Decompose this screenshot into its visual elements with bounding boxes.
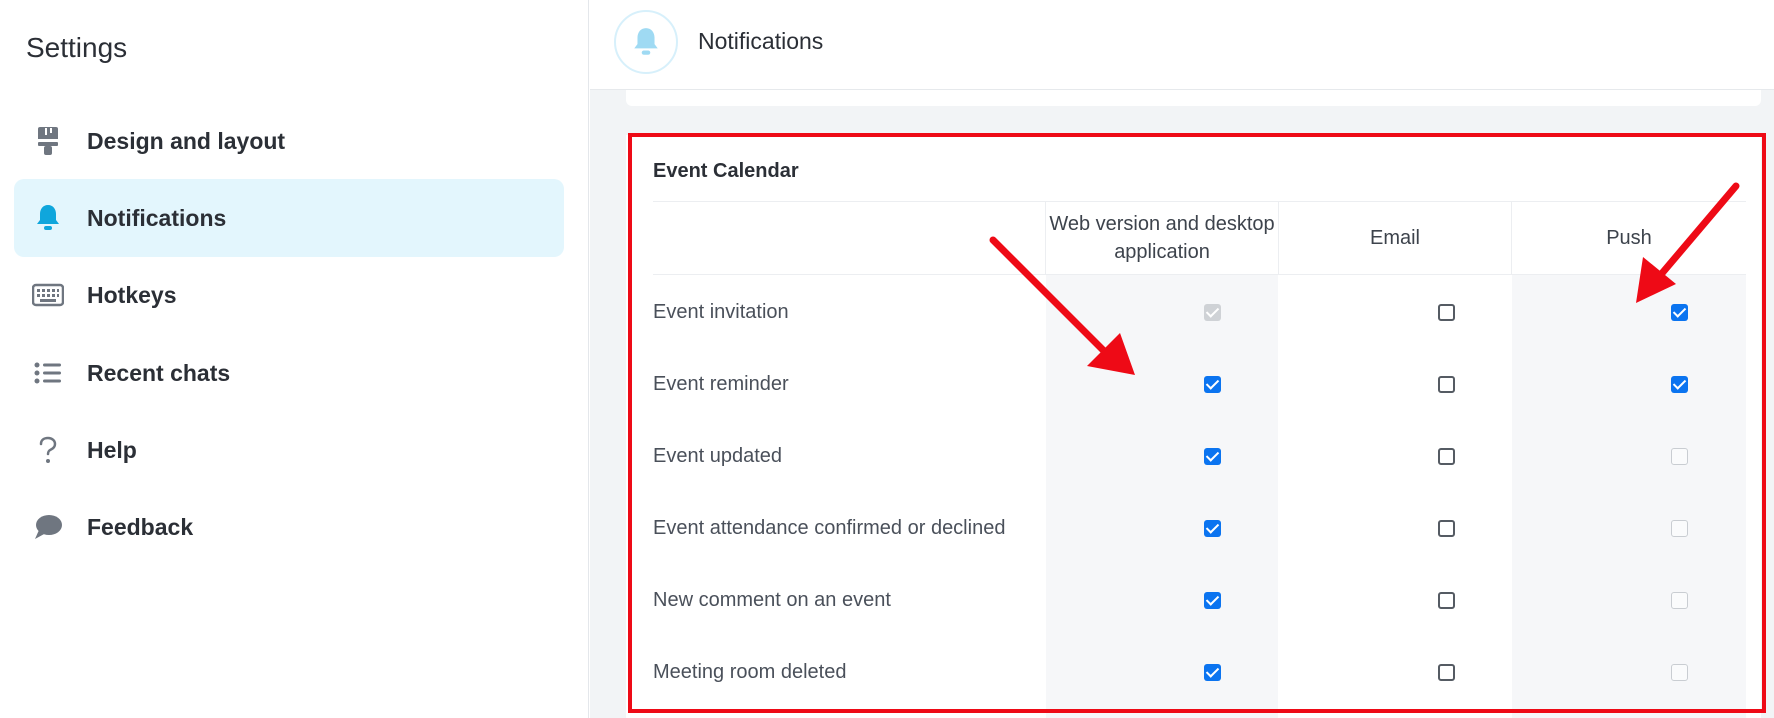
sidebar-item-label: Design and layout bbox=[87, 127, 286, 154]
row-label: Event reminder bbox=[653, 372, 789, 395]
page-header: Notifications bbox=[590, 0, 1774, 90]
keyboard-icon bbox=[28, 275, 68, 315]
section-title: Event Calendar bbox=[653, 160, 799, 182]
sidebar-item-recent-chats[interactable]: Recent chats bbox=[14, 334, 564, 412]
table-row: Event attendance confirmed or declined bbox=[653, 492, 1746, 564]
web-checkbox[interactable] bbox=[1204, 520, 1221, 537]
column-header-web: Web version and desktop application bbox=[1045, 202, 1278, 274]
email-checkbox[interactable] bbox=[1438, 592, 1455, 609]
push-checkbox[interactable] bbox=[1671, 376, 1688, 393]
sidebar-item-notifications[interactable]: Notifications bbox=[14, 179, 564, 257]
email-checkbox[interactable] bbox=[1438, 664, 1455, 681]
row-label: Meeting room deleted bbox=[653, 660, 847, 683]
bell-icon bbox=[614, 10, 678, 74]
list-icon bbox=[28, 353, 68, 393]
column-header-push: Push bbox=[1511, 202, 1746, 274]
speech-bubble-icon bbox=[28, 507, 68, 547]
sidebar-title: Settings bbox=[26, 32, 128, 63]
event-calendar-card: Event Calendar Web version and desktop a… bbox=[626, 135, 1761, 718]
sidebar-item-help[interactable]: Help bbox=[14, 411, 564, 489]
main-panel: Notifications Event Calendar Web version… bbox=[590, 0, 1774, 718]
sidebar-item-design-and-layout[interactable]: Design and layout bbox=[14, 102, 564, 180]
push-checkbox bbox=[1671, 520, 1688, 537]
row-label: New comment on an event bbox=[653, 588, 891, 611]
web-checkbox[interactable] bbox=[1204, 376, 1221, 393]
column-header-email: Email bbox=[1278, 202, 1511, 274]
web-checkbox[interactable] bbox=[1204, 448, 1221, 465]
table-row: Event reminder bbox=[653, 348, 1746, 420]
web-checkbox bbox=[1204, 304, 1221, 321]
email-checkbox[interactable] bbox=[1438, 448, 1455, 465]
push-checkbox[interactable] bbox=[1671, 304, 1688, 321]
paint-brush-icon bbox=[28, 121, 68, 161]
email-checkbox[interactable] bbox=[1438, 304, 1455, 321]
table-row: Event invitation bbox=[653, 276, 1746, 348]
web-checkbox[interactable] bbox=[1204, 664, 1221, 681]
sidebar-item-label: Help bbox=[87, 436, 137, 463]
push-checkbox bbox=[1671, 664, 1688, 681]
row-label: Event attendance confirmed or declined bbox=[653, 516, 1006, 539]
push-checkbox bbox=[1671, 448, 1688, 465]
bell-icon bbox=[28, 198, 68, 238]
sidebar-item-feedback[interactable]: Feedback bbox=[14, 488, 564, 566]
settings-sidebar: Settings Design and layout Notifications… bbox=[0, 0, 589, 718]
sidebar-item-label: Notifications bbox=[87, 204, 227, 231]
web-checkbox[interactable] bbox=[1204, 592, 1221, 609]
sidebar-item-label: Recent chats bbox=[87, 359, 231, 386]
push-checkbox bbox=[1671, 592, 1688, 609]
page-title: Notifications bbox=[698, 28, 824, 54]
table-row: Event updated bbox=[653, 420, 1746, 492]
sidebar-item-hotkeys[interactable]: Hotkeys bbox=[14, 256, 564, 334]
table-header: Web version and desktop application Emai… bbox=[653, 201, 1746, 275]
email-checkbox[interactable] bbox=[1438, 520, 1455, 537]
row-label: Event updated bbox=[653, 444, 782, 467]
email-checkbox[interactable] bbox=[1438, 376, 1455, 393]
row-label: Event invitation bbox=[653, 300, 789, 323]
table-row: New comment on an event bbox=[653, 564, 1746, 636]
sidebar-item-label: Feedback bbox=[87, 513, 194, 540]
table-row: Meeting room deleted bbox=[653, 636, 1746, 708]
question-icon bbox=[28, 430, 68, 470]
previous-section-card bbox=[626, 90, 1761, 106]
sidebar-item-label: Hotkeys bbox=[87, 281, 177, 308]
